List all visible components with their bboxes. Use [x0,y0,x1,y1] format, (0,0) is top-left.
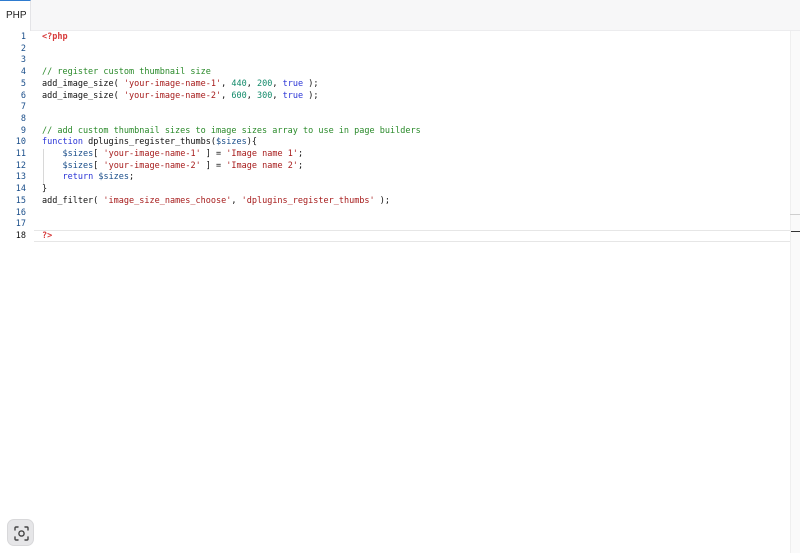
php-close-tag: ?> [42,230,53,241]
variable: $sizes [62,149,94,159]
punctuation: [ [93,149,104,159]
line-number: 8 [20,113,26,124]
code-line-9: // add custom thumbnail sizes to image s… [42,126,800,138]
line-number: 3 [20,55,26,66]
tab-php-label: PHP [6,10,27,21]
code-line-11: $sizes[ 'your-image-name-1' ] = 'Image n… [42,149,800,161]
variable: $sizes [98,172,130,183]
comment: // add custom thumbnail sizes to image s… [42,125,421,136]
punctuation: [ [93,160,104,171]
punctuation: ); [303,78,319,89]
number-literal: 300 [256,90,273,101]
tab-php[interactable]: PHP [0,0,31,31]
punctuation: , [272,90,283,101]
code-line-6: add_image_size( 'your-image-name-2', 600… [42,91,800,103]
punctuation: ] = [200,160,227,171]
line-number: 13 [15,172,26,183]
string-literal: 'image_size_names_choose' [103,195,232,206]
scrollbar-cursor-marker [791,231,800,232]
line-number: 4 [20,67,26,78]
line-number: 11 [15,149,26,159]
function-call: add_image_size( [42,78,124,89]
keyword: true [282,90,304,101]
variable: $sizes [216,137,247,148]
punctuation: , [221,90,232,101]
punctuation: , [272,78,283,89]
line-number: 17 [15,219,26,230]
number-literal: 440 [231,78,247,89]
punctuation: , [246,78,257,89]
vertical-scrollbar[interactable] [790,31,800,553]
punctuation: ; [297,160,304,171]
string-literal: 'your-image-name-2' [123,90,222,101]
punctuation: , [246,90,257,101]
line-number-active: 18 [15,230,26,241]
punctuation: ){ [246,137,257,148]
punctuation: ] = [200,149,227,159]
punctuation: ; [129,172,135,183]
closing-brace: } [42,184,48,195]
punctuation: ; [297,149,304,159]
number-literal: 200 [256,78,273,89]
code-line-12: $sizes[ 'your-image-name-2' ] = 'Image n… [42,161,800,173]
punctuation: , [221,78,232,89]
string-literal: 'your-image-name-2' [103,160,201,171]
code-content[interactable]: <?php // register custom thumbnail size … [42,31,800,553]
line-number: 2 [20,43,26,54]
code-line-18: ?> [42,231,800,243]
line-number: 1 [20,32,26,42]
punctuation: ); [303,90,319,101]
line-number: 6 [20,90,26,101]
line-number: 12 [15,160,26,171]
function-call: add_filter( [42,195,104,206]
string-literal: 'your-image-name-1' [123,78,222,89]
keyword: function [42,137,83,148]
line-number: 7 [20,102,26,113]
string-literal: 'your-image-name-1' [103,149,201,159]
keyword: true [282,78,304,89]
string-literal: 'Image name 1' [226,149,298,159]
punctuation: ); [374,195,391,206]
code-line-10: function dplugins_register_thumbs($sizes… [42,137,800,149]
number-literal: 600 [231,90,247,101]
string-literal: 'Image name 2' [226,160,298,171]
code-line-14: } [42,184,800,196]
line-number: 15 [15,195,26,206]
code-line-13: return $sizes; [42,172,800,184]
code-line-15: add_filter( 'image_size_names_choose', '… [42,196,800,208]
string-literal: 'dplugins_register_thumbs' [241,195,375,206]
keyword: return [62,172,94,183]
scrollbar-marker [790,214,800,215]
line-number: 5 [20,78,26,89]
line-number: 10 [15,137,26,148]
tab-bar: PHP [0,0,800,31]
function-name: dplugins_register_thumbs( [82,137,217,148]
code-line-4: // register custom thumbnail size [42,67,800,79]
line-number: 9 [20,125,26,136]
line-number: 16 [15,207,26,218]
variable: $sizes [62,160,94,171]
screenshot-capture-icon [14,526,29,541]
line-number-gutter: 1 2 3 4 5 6 7 8 9 10 11 12 13 14 15 16 1… [0,31,34,553]
function-call: add_image_size( [42,90,124,101]
comment: // register custom thumbnail size [42,67,211,78]
screenshot-capture-button[interactable] [7,519,34,546]
php-open-tag: <?php [42,32,68,42]
code-editor[interactable]: 1 2 3 4 5 6 7 8 9 10 11 12 13 14 15 16 1… [0,31,800,553]
line-number: 14 [15,184,26,195]
punctuation: , [231,195,242,206]
code-line-1: <?php [42,32,800,44]
code-line-5: add_image_size( 'your-image-name-1', 440… [42,79,800,91]
